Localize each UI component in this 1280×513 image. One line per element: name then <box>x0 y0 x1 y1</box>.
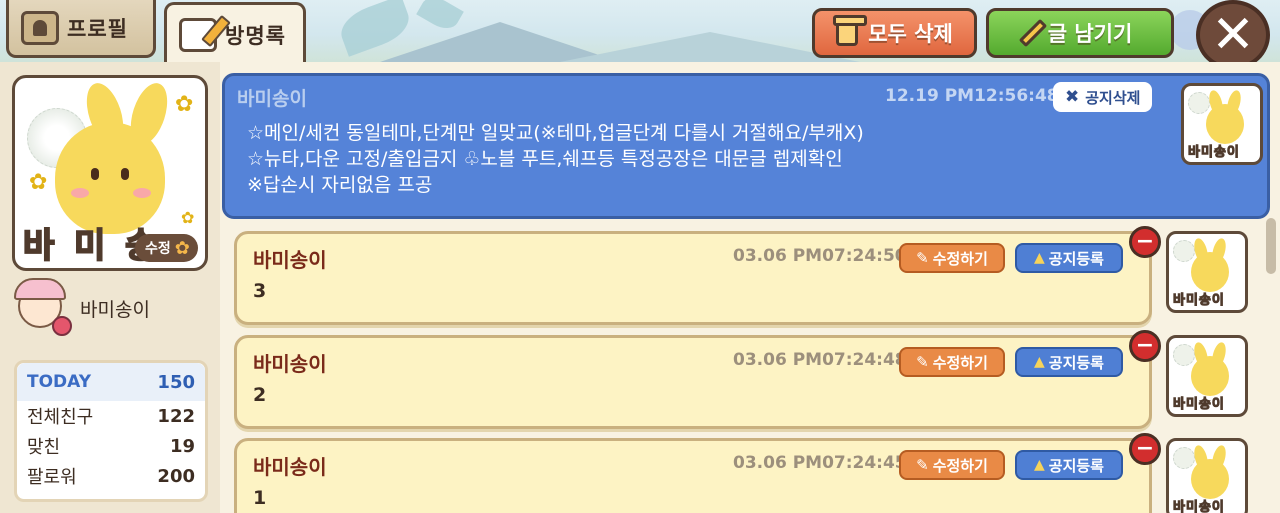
thumb-name: 바미송이 <box>1173 500 1225 513</box>
notice-author[interactable]: 바미송이 <box>237 84 307 111</box>
guestbook-board: 바미송이 12.19 PM12:56:48 ✖ 공지삭제 ☆메인/세컨 동일테마… <box>220 62 1280 513</box>
post-author-avatar[interactable]: 바미송이 <box>1166 335 1248 417</box>
minus-icon: − <box>1135 229 1155 254</box>
post-author[interactable]: 바미송이 <box>253 244 327 273</box>
user-info: 바미송이 <box>12 277 212 339</box>
notice-time: 12.19 PM12:56:48 <box>885 86 1059 106</box>
edit-profile-button[interactable]: 수정 ✿ <box>135 234 198 262</box>
register-notice-button[interactable]: ▲ 공지등록 <box>1015 347 1123 377</box>
register-notice-label: 공지등록 <box>1048 249 1104 268</box>
post-time: 03.06 PM07:24:50 <box>733 246 907 266</box>
thumb-name: 바미송이 <box>1188 145 1240 161</box>
profile-card-icon <box>21 10 59 45</box>
edit-profile-label: 수정 <box>145 241 171 257</box>
notice-line: ☆뉴타,다운 고정/출입금지 ♧노블 푸트,쉐프등 특정공장은 대문글 렙제확인 <box>247 148 843 170</box>
post-body: 3 <box>253 280 267 302</box>
today-value: 150 <box>157 371 195 393</box>
avatar[interactable] <box>12 278 72 338</box>
tab-guestbook-label: 방명록 <box>225 23 286 48</box>
edit-post-label: 수정하기 <box>932 249 988 268</box>
delete-all-button[interactable]: 모두 삭제 <box>812 8 977 58</box>
stat-label: 맞친 <box>27 437 61 458</box>
stat-value: 19 <box>169 435 195 457</box>
write-post-label: 글 남기기 <box>1047 22 1133 46</box>
top-bar: 프로필 방명록 모두 삭제 글 남기기 <box>0 0 1280 62</box>
guestbook-post: 바미송이 2 03.06 PM07:24:48 ✎ 수정하기 ▲ 공지등록 <box>234 335 1152 429</box>
delete-notice-label: 공지삭제 <box>1085 88 1141 107</box>
stat-value: 122 <box>157 405 195 427</box>
scrollbar[interactable] <box>1266 218 1276 274</box>
post-body: 1 <box>253 487 267 509</box>
post-author[interactable]: 바미송이 <box>253 451 327 480</box>
flower-icon: ✿ <box>29 170 48 195</box>
register-notice-button[interactable]: ▲ 공지등록 <box>1015 243 1123 273</box>
arrow-up-icon: ▲ <box>1034 457 1045 473</box>
stat-label: 전체친구 <box>27 407 94 428</box>
edit-post-label: 수정하기 <box>932 353 988 372</box>
edit-post-label: 수정하기 <box>932 456 988 475</box>
pencil-icon <box>1018 18 1047 48</box>
pencil-icon: ✎ <box>916 456 929 474</box>
register-notice-label: 공지등록 <box>1048 456 1104 475</box>
guestbook-icon <box>179 17 217 52</box>
post-body: 2 <box>253 384 267 406</box>
notice-body: ☆메인/세컨 동일테마,단계만 일맞교(※테마,업글단계 다를시 거절해요/부캐… <box>247 120 1157 198</box>
post-time: 03.06 PM07:24:45 <box>733 453 907 473</box>
pencil-icon: ✎ <box>916 249 929 267</box>
flower-icon: ✿ <box>175 92 194 117</box>
register-notice-label: 공지등록 <box>1048 353 1104 372</box>
delete-post-button[interactable]: − <box>1129 226 1161 258</box>
thumb-name: 바미송이 <box>1173 293 1225 309</box>
delete-all-label: 모두 삭제 <box>868 22 953 46</box>
trash-icon <box>833 15 868 46</box>
username: 바미송이 <box>80 298 150 321</box>
tab-profile[interactable]: 프로필 <box>6 0 156 58</box>
delete-notice-button[interactable]: ✖ 공지삭제 <box>1053 82 1153 112</box>
write-post-button[interactable]: 글 남기기 <box>986 8 1174 58</box>
gear-icon: ✿ <box>174 237 190 259</box>
minus-icon: − <box>1135 333 1155 358</box>
arrow-up-icon: ▲ <box>1034 354 1045 370</box>
profile-panel: ✿ ✿ ✿ 바 미 송 이 수정 ✿ 바미송이 TODAY 150 전체친구 1… <box>0 62 220 513</box>
close-button[interactable]: ✕ <box>1196 0 1270 70</box>
stat-row: 맞친 19 <box>17 431 205 461</box>
notice-line: ☆메인/세컨 동일테마,단계만 일맞교(※테마,업글단계 다를시 거절해요/부캐… <box>247 122 864 144</box>
close-icon: ✖ <box>1065 87 1080 107</box>
pinned-notice: 바미송이 12.19 PM12:56:48 ✖ 공지삭제 ☆메인/세컨 동일테마… <box>222 73 1270 219</box>
close-icon: ✕ <box>1211 5 1255 65</box>
stat-row: 팔로워 200 <box>17 461 205 491</box>
guestbook-post: 바미송이 3 03.06 PM07:24:50 ✎ 수정하기 ▲ 공지등록 <box>234 231 1152 325</box>
stat-value: 200 <box>157 465 195 487</box>
delete-post-button[interactable]: − <box>1129 433 1161 465</box>
rose-icon <box>52 316 72 336</box>
pencil-icon: ✎ <box>916 353 929 371</box>
post-time: 03.06 PM07:24:48 <box>733 350 907 370</box>
arrow-up-icon: ▲ <box>1034 250 1045 266</box>
post-author-avatar[interactable]: 바미송이 <box>1166 231 1248 313</box>
tab-guestbook[interactable]: 방명록 <box>164 2 306 62</box>
stat-today: TODAY 150 <box>17 363 205 401</box>
post-author-avatar[interactable]: 바미송이 <box>1166 438 1248 513</box>
edit-post-button[interactable]: ✎ 수정하기 <box>899 243 1005 273</box>
guestbook-post: 바미송이 1 03.06 PM07:24:45 ✎ 수정하기 ▲ 공지등록 <box>234 438 1152 513</box>
post-author[interactable]: 바미송이 <box>253 348 327 377</box>
stat-label: 팔로워 <box>27 467 77 488</box>
thumb-name: 바미송이 <box>1173 397 1225 413</box>
notice-author-avatar[interactable]: 바미송이 <box>1181 83 1263 165</box>
visitor-stats: TODAY 150 전체친구 122 맞친 19 팔로워 200 <box>14 360 208 502</box>
edit-post-button[interactable]: ✎ 수정하기 <box>899 450 1005 480</box>
profile-image[interactable]: ✿ ✿ ✿ 바 미 송 이 수정 ✿ <box>12 75 208 271</box>
delete-post-button[interactable]: − <box>1129 330 1161 362</box>
stat-row: 전체친구 122 <box>17 401 205 431</box>
today-label: TODAY <box>27 372 91 392</box>
notice-line: ※답손시 자리없음 프공 <box>247 174 433 196</box>
minus-icon: − <box>1135 436 1155 461</box>
tab-profile-label: 프로필 <box>67 16 128 41</box>
register-notice-button[interactable]: ▲ 공지등록 <box>1015 450 1123 480</box>
edit-post-button[interactable]: ✎ 수정하기 <box>899 347 1005 377</box>
